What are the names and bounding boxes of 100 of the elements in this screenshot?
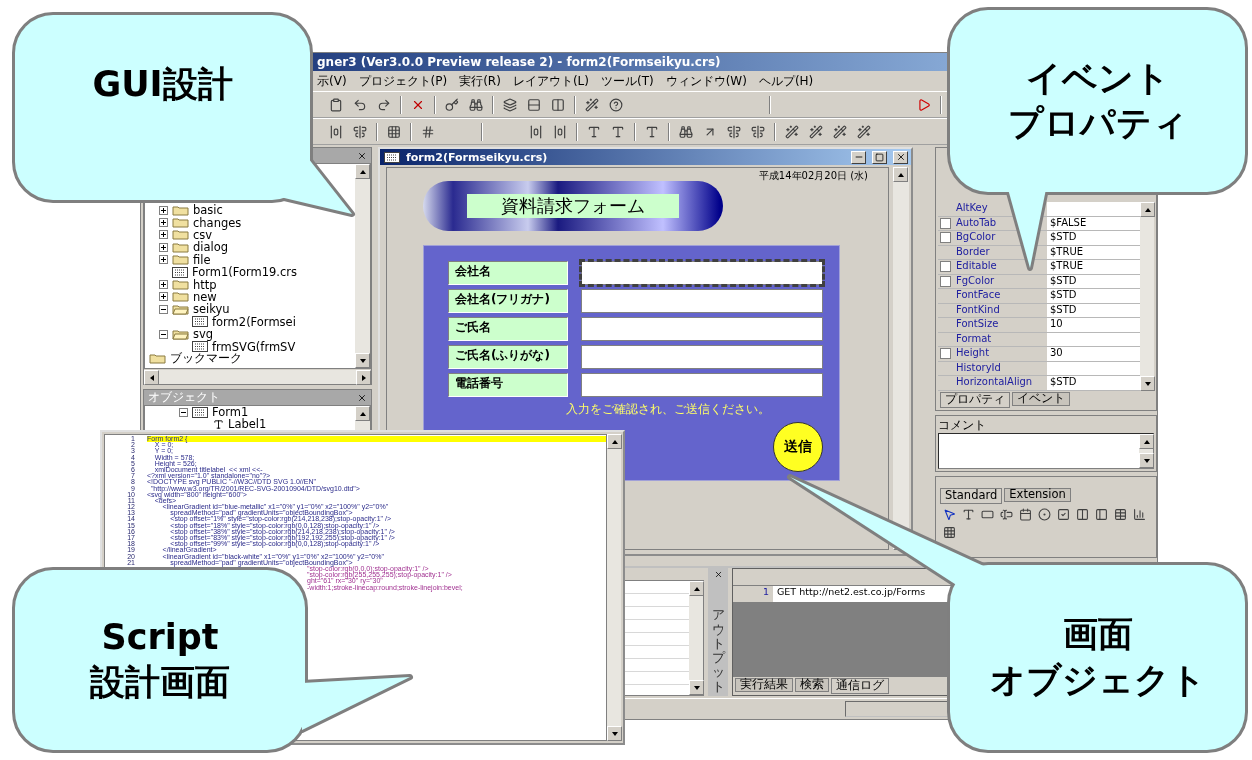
tab[interactable]: Extension: [1004, 488, 1071, 502]
scroll-arrow-button[interactable]: [607, 434, 622, 449]
tree-item[interactable]: ブックマーク: [170, 351, 242, 367]
bar-chart-icon: [1132, 508, 1146, 521]
open-folder-icon: [172, 303, 189, 315]
menu-item[interactable]: プロジェクト(P): [358, 72, 448, 90]
checkbox[interactable]: [940, 348, 951, 360]
row-number: 1: [733, 586, 773, 602]
menu-item[interactable]: 示(V): [317, 72, 347, 90]
expand-icon[interactable]: [159, 218, 168, 228]
scrollbar[interactable]: [355, 164, 370, 368]
expand-icon[interactable]: [159, 230, 168, 240]
scroll-arrow-button[interactable]: [893, 167, 908, 182]
close-icon[interactable]: [357, 150, 367, 161]
scroll-arrow-button[interactable]: [607, 726, 622, 741]
tree-item[interactable]: svg: [193, 327, 214, 342]
maximize-button[interactable]: [872, 150, 887, 164]
tree-item[interactable]: http: [193, 277, 217, 292]
property-value[interactable]: $STD: [1047, 231, 1140, 245]
menu-item[interactable]: ウィンドウ(W): [665, 72, 747, 90]
value-cell[interactable]: [1047, 202, 1140, 216]
tab[interactable]: 通信ログ: [831, 678, 889, 694]
grid-icon: [387, 124, 401, 139]
submit-button[interactable]: 送信: [773, 422, 823, 472]
property-value[interactable]: $STD: [1047, 376, 1140, 390]
property-name: Border: [955, 245, 991, 259]
tab[interactable]: 実行結果: [735, 678, 793, 692]
expand-icon[interactable]: [159, 292, 168, 302]
checkbox[interactable]: [940, 261, 951, 273]
pointer-icon: [942, 508, 956, 521]
folder-icon: [172, 279, 189, 291]
tree-item[interactable]: seikyu: [193, 302, 230, 317]
triangle-icon: [1143, 379, 1152, 388]
collapse-icon[interactable]: [159, 329, 168, 339]
tree-item[interactable]: Form1(Form19.crs: [192, 265, 298, 280]
tree-item[interactable]: basic: [193, 203, 223, 218]
binoculars-icon: [679, 124, 693, 139]
scroll-arrow-button[interactable]: [144, 370, 159, 385]
input-field[interactable]: [580, 373, 823, 397]
tab[interactable]: プロパティ: [940, 392, 1010, 408]
scrollbar[interactable]: [1139, 434, 1153, 468]
menu-item[interactable]: 実行(R): [459, 72, 501, 90]
property-value[interactable]: 10: [1047, 318, 1140, 332]
tree-item[interactable]: Label1: [228, 417, 267, 431]
tree-item[interactable]: file: [193, 252, 211, 267]
tree-item[interactable]: dialog: [193, 240, 229, 255]
folder-icon: [172, 217, 189, 229]
scroll-arrow-button[interactable]: [356, 370, 371, 385]
scrollbar[interactable]: [355, 406, 370, 431]
collapse-icon[interactable]: [179, 407, 188, 417]
tab[interactable]: 検索: [795, 678, 829, 692]
minimize-button[interactable]: [851, 150, 866, 164]
scroll-arrow-button[interactable]: [689, 581, 704, 596]
expand-icon[interactable]: [159, 255, 168, 265]
scrollbar[interactable]: [1140, 202, 1154, 391]
input-field[interactable]: [580, 289, 823, 313]
radio-tool[interactable]: [1035, 506, 1053, 523]
checkbox[interactable]: [940, 217, 951, 229]
scroll-arrow-button[interactable]: [1139, 453, 1154, 468]
checkbox[interactable]: [940, 275, 951, 287]
tree-item[interactable]: csv: [193, 228, 213, 242]
close-icon[interactable]: [357, 392, 367, 403]
property-value[interactable]: $STD: [1047, 289, 1140, 303]
menu-item[interactable]: ツール(T): [600, 72, 654, 90]
scrollbar[interactable]: [144, 369, 371, 384]
tree-item[interactable]: changes: [193, 215, 242, 230]
scroll-arrow-button[interactable]: [355, 164, 370, 179]
property-name: AutoTab: [955, 216, 998, 230]
scrollbar[interactable]: [607, 434, 621, 741]
property-name: BgColor: [955, 231, 997, 245]
menu-item[interactable]: ヘルプ(H): [758, 72, 814, 90]
scroll-arrow-button[interactable]: [355, 406, 370, 421]
scroll-arrow-button[interactable]: [355, 353, 370, 368]
property-value[interactable]: $TRUE: [1047, 260, 1140, 274]
property-value[interactable]: 30: [1047, 347, 1140, 361]
close-icon[interactable]: [713, 570, 723, 579]
instruction-text: 入力をご確認され、ご送信ください。: [566, 401, 771, 418]
close-button[interactable]: [893, 150, 908, 164]
expand-icon[interactable]: [159, 242, 168, 252]
scrollbar[interactable]: [689, 581, 703, 695]
triangle-icon: [610, 729, 619, 738]
expand-icon[interactable]: [159, 205, 168, 215]
scrollbar[interactable]: [893, 167, 909, 550]
input-field[interactable]: [580, 317, 823, 341]
scroll-arrow-button[interactable]: [689, 680, 704, 695]
checkbox[interactable]: [940, 232, 951, 244]
tree-item[interactable]: form2(Formsei: [212, 314, 296, 329]
expand-icon[interactable]: [159, 280, 168, 290]
tab[interactable]: イベント: [1012, 392, 1070, 406]
collapse-icon[interactable]: [159, 304, 168, 314]
tab[interactable]: Standard: [940, 488, 1003, 504]
tree-item[interactable]: frmSVG(frmSV: [212, 339, 296, 354]
comment-field[interactable]: [938, 433, 1154, 469]
input-field[interactable]: [580, 345, 823, 369]
input-field[interactable]: [580, 261, 823, 285]
scroll-arrow-button[interactable]: [1139, 434, 1154, 449]
scroll-arrow-button[interactable]: [1140, 376, 1155, 391]
tree-item[interactable]: Form1: [212, 406, 249, 419]
menu-item[interactable]: レイアウト(L): [512, 72, 589, 90]
scroll-arrow-button[interactable]: [1140, 202, 1155, 217]
